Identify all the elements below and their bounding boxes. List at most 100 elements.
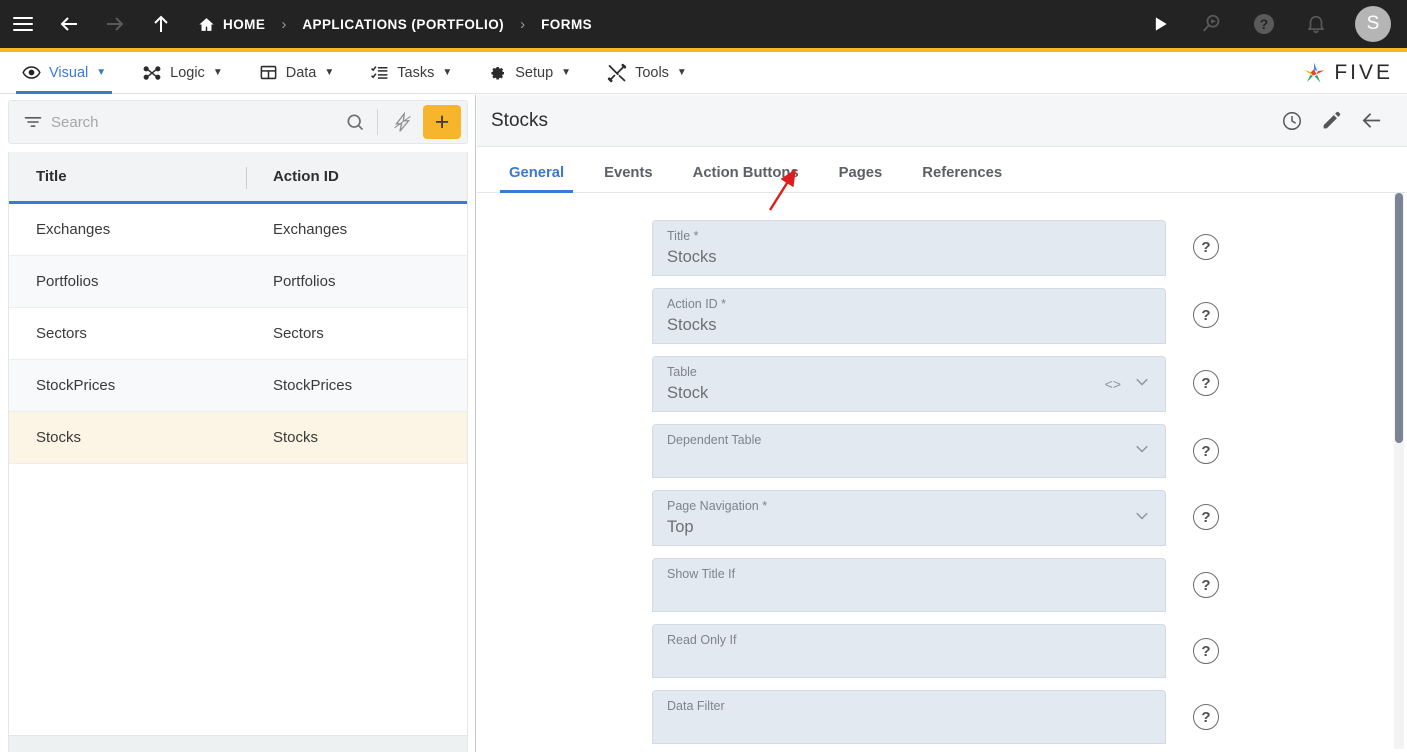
chevron-down-icon[interactable] bbox=[1133, 507, 1151, 530]
play-icon bbox=[1150, 14, 1170, 34]
read-only-if-field[interactable]: Read Only If bbox=[652, 624, 1166, 678]
tab-pages[interactable]: Pages bbox=[830, 165, 892, 192]
checklist-icon bbox=[370, 63, 389, 82]
nav-item-visual[interactable]: Visual ▼ bbox=[8, 52, 120, 94]
forms-table: Title Action ID Exchanges Exchanges Port… bbox=[8, 152, 468, 752]
table-row[interactable]: Exchanges Exchanges bbox=[9, 204, 467, 256]
column-header-title[interactable]: Title bbox=[9, 152, 246, 201]
notifications-button[interactable] bbox=[1293, 0, 1339, 50]
chevron-down-icon: ▼ bbox=[213, 67, 223, 78]
user-avatar[interactable]: S bbox=[1355, 6, 1391, 42]
column-header-action-id[interactable]: Action ID bbox=[246, 152, 467, 201]
field-label: Page Navigation * bbox=[667, 498, 1151, 514]
field-row-title: Title * Stocks ? bbox=[652, 220, 1219, 276]
top-bar: HOME › APPLICATIONS (PORTFOLIO) › FORMS … bbox=[0, 0, 1407, 52]
arrow-right-icon bbox=[103, 12, 127, 36]
nav-item-tasks[interactable]: Tasks ▼ bbox=[356, 52, 466, 94]
field-value: Stocks bbox=[667, 245, 1151, 269]
breadcrumb-separator: › bbox=[520, 16, 525, 33]
cell-title: Sectors bbox=[9, 325, 246, 342]
scrollbar-thumb[interactable] bbox=[1395, 193, 1403, 443]
table-icon bbox=[259, 63, 278, 82]
table-row[interactable]: Portfolios Portfolios bbox=[9, 256, 467, 308]
nav-item-tools[interactable]: Tools ▼ bbox=[593, 52, 701, 94]
field-value: Top bbox=[667, 515, 1151, 539]
hamburger-menu-button[interactable] bbox=[0, 0, 46, 50]
title-field[interactable]: Title * Stocks bbox=[652, 220, 1166, 276]
breadcrumb-item-home[interactable]: HOME bbox=[194, 16, 269, 33]
tab-references[interactable]: References bbox=[913, 165, 1011, 192]
help-icon[interactable]: ? bbox=[1193, 438, 1219, 464]
code-brackets-icon[interactable]: <> bbox=[1105, 376, 1121, 392]
help-icon[interactable]: ? bbox=[1193, 704, 1219, 730]
help-icon[interactable]: ? bbox=[1193, 234, 1219, 260]
help-icon[interactable]: ? bbox=[1193, 370, 1219, 396]
action-id-field[interactable]: Action ID * Stocks bbox=[652, 288, 1166, 344]
nav-item-label: Visual bbox=[49, 65, 88, 81]
edit-pencil-icon[interactable] bbox=[1321, 110, 1342, 131]
table-field[interactable]: Table Stock <> bbox=[652, 356, 1166, 412]
form-fields: Title * Stocks ? Action ID * Stocks ? Ta… bbox=[652, 220, 1219, 751]
help-icon[interactable]: ? bbox=[1193, 302, 1219, 328]
table-row-selected[interactable]: Stocks Stocks bbox=[9, 412, 467, 464]
field-value: Stock bbox=[667, 381, 1151, 405]
page-title: Stocks bbox=[491, 110, 548, 132]
field-row-show-title-if: Show Title If ? bbox=[652, 558, 1219, 612]
form-body: Title * Stocks ? Action ID * Stocks ? Ta… bbox=[477, 193, 1407, 751]
tab-events[interactable]: Events bbox=[595, 165, 662, 192]
help-icon[interactable]: ? bbox=[1193, 638, 1219, 664]
help-button[interactable]: ? bbox=[1241, 0, 1287, 50]
breadcrumb-separator: › bbox=[281, 16, 286, 33]
cell-action-id: Sectors bbox=[246, 325, 467, 342]
field-row-read-only-if: Read Only If ? bbox=[652, 624, 1219, 678]
forms-list-panel: + Title Action ID Exchanges Exchanges Po… bbox=[0, 95, 476, 752]
cell-title: Stocks bbox=[9, 429, 246, 446]
svg-text:?: ? bbox=[1260, 16, 1269, 32]
nav-item-setup[interactable]: Setup ▼ bbox=[474, 52, 585, 94]
tab-general[interactable]: General bbox=[500, 165, 573, 192]
search-icon[interactable] bbox=[338, 112, 372, 132]
chevron-down-icon[interactable] bbox=[1133, 373, 1151, 396]
help-icon[interactable]: ? bbox=[1193, 572, 1219, 598]
filter-icon[interactable] bbox=[15, 112, 51, 132]
nav-forward-button[interactable] bbox=[92, 0, 138, 50]
nav-item-logic[interactable]: Logic ▼ bbox=[128, 52, 237, 94]
nav-back-button[interactable] bbox=[46, 0, 92, 50]
breadcrumb-item-forms[interactable]: FORMS bbox=[537, 17, 596, 32]
field-label: Data Filter bbox=[667, 698, 1151, 714]
table-footer: Total Rows: 5 bbox=[9, 735, 467, 752]
field-label: Title * bbox=[667, 228, 1151, 244]
table-body: Exchanges Exchanges Portfolios Portfolio… bbox=[9, 204, 467, 734]
nav-item-label: Logic bbox=[170, 65, 205, 81]
field-label: Read Only If bbox=[667, 632, 1151, 648]
page-navigation-field[interactable]: Page Navigation * Top bbox=[652, 490, 1166, 546]
show-title-if-field[interactable]: Show Title If bbox=[652, 558, 1166, 612]
add-record-button[interactable]: + bbox=[423, 105, 461, 139]
chevron-down-icon[interactable] bbox=[1133, 440, 1151, 463]
hamburger-icon bbox=[13, 13, 33, 35]
breadcrumb-item-applications[interactable]: APPLICATIONS (PORTFOLIO) bbox=[298, 17, 508, 32]
run-button[interactable] bbox=[1137, 0, 1183, 50]
lightning-bolt-icon[interactable] bbox=[383, 112, 421, 133]
cell-action-id: Exchanges bbox=[246, 221, 467, 238]
detail-header: Stocks bbox=[477, 95, 1407, 147]
table-row[interactable]: StockPrices StockPrices bbox=[9, 360, 467, 412]
help-icon[interactable]: ? bbox=[1193, 504, 1219, 530]
data-filter-field[interactable]: Data Filter bbox=[652, 690, 1166, 744]
vertical-scrollbar[interactable] bbox=[1394, 193, 1404, 749]
breadcrumb: HOME › APPLICATIONS (PORTFOLIO) › FORMS bbox=[194, 16, 596, 33]
search-input[interactable] bbox=[51, 114, 338, 131]
table-row[interactable]: Sectors Sectors bbox=[9, 308, 467, 360]
chevron-down-icon: ▼ bbox=[442, 67, 452, 78]
search-run-button[interactable] bbox=[1189, 0, 1235, 50]
nav-item-data[interactable]: Data ▼ bbox=[245, 52, 349, 94]
nav-up-button[interactable] bbox=[138, 0, 184, 50]
cell-title: StockPrices bbox=[9, 377, 246, 394]
tab-action-buttons[interactable]: Action Buttons bbox=[684, 165, 808, 192]
dependent-table-field[interactable]: Dependent Table bbox=[652, 424, 1166, 478]
detail-header-actions bbox=[1281, 109, 1395, 132]
breadcrumb-label: HOME bbox=[223, 17, 265, 32]
close-detail-back-icon[interactable] bbox=[1360, 109, 1383, 132]
cell-title: Exchanges bbox=[9, 221, 246, 238]
history-icon[interactable] bbox=[1281, 110, 1303, 132]
